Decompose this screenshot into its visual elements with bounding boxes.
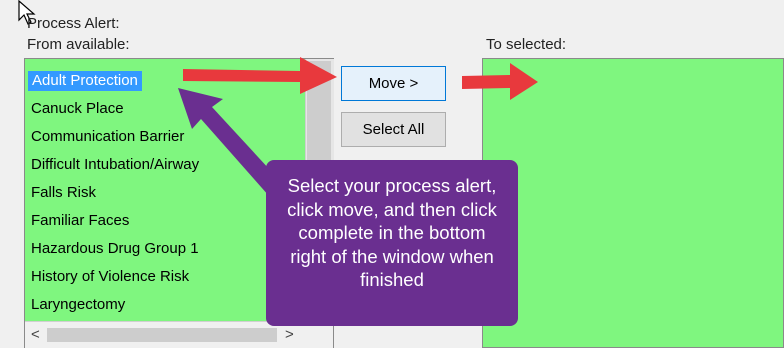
red-arrow-icon	[462, 63, 538, 100]
red-arrow-icon	[183, 57, 337, 94]
instruction-callout: Select your process alert, click move, a…	[266, 160, 518, 326]
